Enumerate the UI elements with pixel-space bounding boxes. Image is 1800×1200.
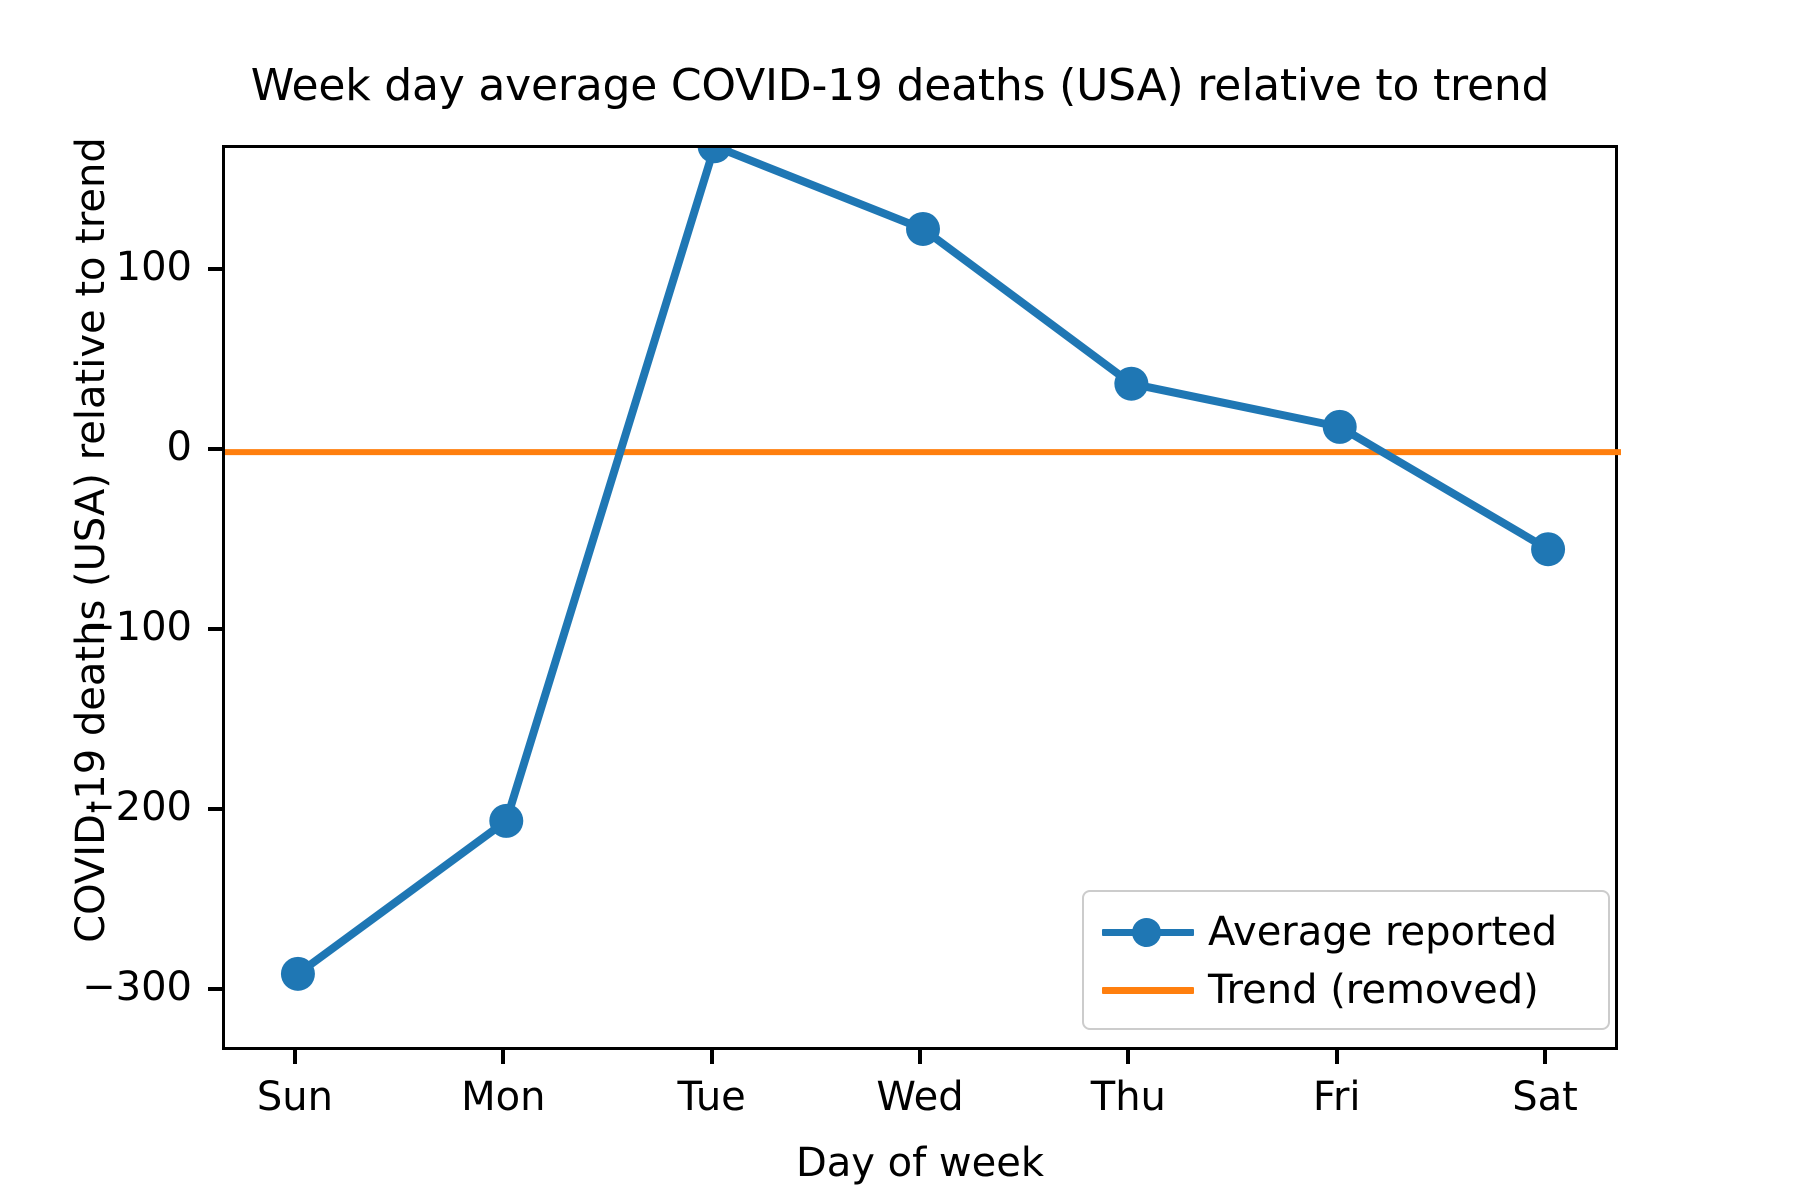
data-point-marker: [1114, 366, 1149, 401]
y-tick-label: 100: [115, 244, 192, 291]
data-point-marker: [280, 956, 315, 991]
x-tick-label: Sun: [256, 1074, 333, 1120]
x-tick-label: Mon: [461, 1074, 546, 1120]
data-point-marker: [489, 803, 524, 838]
x-tick-label: Thu: [1090, 1074, 1166, 1120]
x-tick-label: Sat: [1512, 1074, 1578, 1120]
x-axis-label: Day of week: [795, 1140, 1045, 1186]
data-point-marker: [697, 148, 732, 164]
chart-figure: Week day average COVID-19 deaths (USA) r…: [0, 0, 1800, 1200]
data-point-marker: [906, 211, 940, 246]
legend-item-average-reported: Average reported: [1100, 904, 1600, 960]
y-tick-mark: [208, 626, 222, 631]
legend-swatch-line: [1100, 970, 1196, 1010]
y-tick-mark: [208, 806, 222, 811]
legend-swatch-line-marker: [1100, 912, 1196, 952]
x-tick-label: Fri: [1312, 1074, 1361, 1120]
y-axis-label: COVID-19 deaths (USA) relative to trend: [68, 137, 114, 943]
x-tick-label: Tue: [677, 1074, 746, 1120]
legend-label: Average reported: [1208, 909, 1558, 955]
y-tick-mark: [208, 986, 222, 991]
y-tick-label: −200: [82, 783, 192, 830]
chart-legend: Average reported Trend (removed): [1082, 890, 1610, 1030]
data-point-marker: [1322, 409, 1357, 444]
y-tick-label: −100: [82, 603, 192, 650]
y-tick-mark: [208, 447, 222, 452]
legend-label: Trend (removed): [1208, 967, 1539, 1013]
series-line-average-reported: [293, 148, 1553, 978]
y-tick-mark: [208, 267, 222, 272]
data-point-marker: [1531, 532, 1566, 567]
x-tick-label: Wed: [876, 1074, 964, 1120]
y-tick-label: 0: [166, 424, 192, 471]
y-tick-label: −300: [82, 963, 192, 1010]
chart-title: Week day average COVID-19 deaths (USA) r…: [250, 60, 1550, 111]
legend-item-trend-removed: Trend (removed): [1100, 962, 1600, 1018]
